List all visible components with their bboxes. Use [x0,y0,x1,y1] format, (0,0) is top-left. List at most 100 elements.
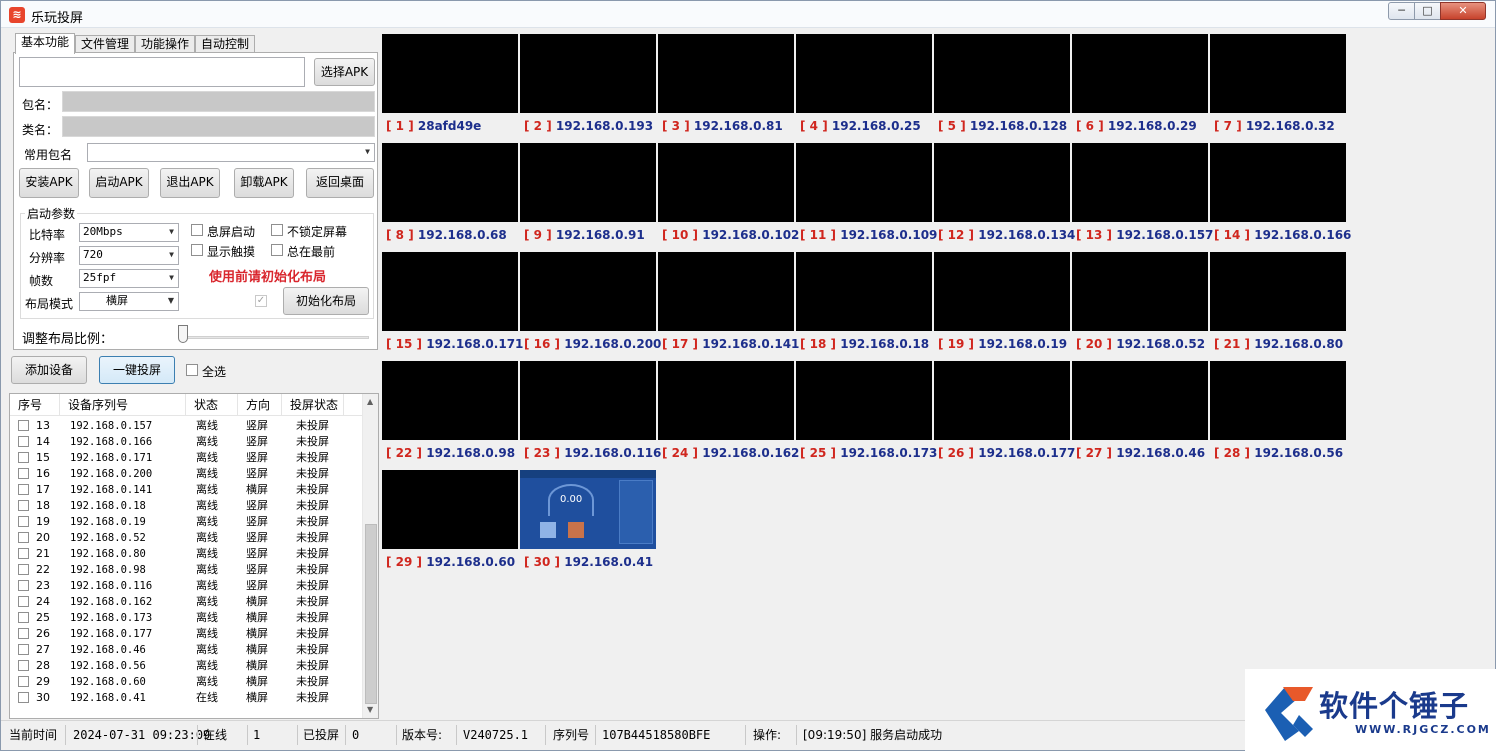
table-row[interactable]: 28 192.168.0.56 离线 横屏 未投屏 [10,658,362,674]
screen-preview[interactable] [520,252,656,331]
exit-apk-button[interactable]: 退出APK [160,168,220,198]
table-row[interactable]: 20 192.168.0.52 离线 竖屏 未投屏 [10,530,362,546]
select-all-checkbox[interactable] [186,364,198,376]
table-row[interactable]: 13 192.168.0.157 离线 竖屏 未投屏 [10,418,362,434]
screen-tile[interactable]: [ 8 ] 192.168.0.68 [382,143,518,252]
screen-preview[interactable] [520,34,656,113]
show-touch-checkbox[interactable] [191,244,203,256]
screen-tile[interactable]: [ 9 ] 192.168.0.91 [520,143,656,252]
table-row[interactable]: 23 192.168.0.116 离线 竖屏 未投屏 [10,578,362,594]
row-checkbox[interactable] [18,420,29,431]
screen-tile[interactable]: [ 18 ] 192.168.0.18 [796,252,932,361]
screen-tile[interactable]: [ 12 ] 192.168.0.134 [934,143,1075,252]
select-apk-button[interactable]: 选择APK [314,58,375,86]
screen-tile[interactable]: [ 17 ] 192.168.0.141 [658,252,799,361]
table-row[interactable]: 18 192.168.0.18 离线 竖屏 未投屏 [10,498,362,514]
uninstall-apk-button[interactable]: 卸载APK [234,168,294,198]
row-checkbox[interactable] [18,628,29,639]
row-checkbox[interactable] [18,468,29,479]
screen-preview[interactable] [934,361,1070,440]
row-checkbox[interactable] [18,612,29,623]
row-checkbox[interactable] [18,564,29,575]
tab-auto-control[interactable]: 自动控制 [195,35,255,53]
screen-preview[interactable] [658,34,794,113]
col-serial[interactable]: 设备序列号 [60,394,186,416]
table-row[interactable]: 16 192.168.0.200 离线 竖屏 未投屏 [10,466,362,482]
table-row[interactable]: 15 192.168.0.171 离线 竖屏 未投屏 [10,450,362,466]
minimize-button[interactable]: ─ [1388,2,1415,20]
tab-files[interactable]: 文件管理 [75,35,135,53]
row-checkbox[interactable] [18,532,29,543]
row-checkbox[interactable] [18,500,29,511]
row-checkbox[interactable] [18,596,29,607]
screen-preview[interactable] [796,143,932,222]
screen-preview[interactable] [382,143,518,222]
launch-apk-button[interactable]: 启动APK [89,168,149,198]
screen-preview[interactable] [796,361,932,440]
screen-tile[interactable]: [ 20 ] 192.168.0.52 [1072,252,1208,361]
screen-tile[interactable]: [ 26 ] 192.168.0.177 [934,361,1075,470]
table-row[interactable]: 22 192.168.0.98 离线 竖屏 未投屏 [10,562,362,578]
row-checkbox[interactable] [18,676,29,687]
table-scrollbar[interactable]: ▲ ▼ [362,394,378,718]
common-package-select[interactable]: ▼ [87,143,375,162]
row-checkbox[interactable] [18,660,29,671]
row-checkbox[interactable] [18,692,29,703]
always-on-top-checkbox[interactable] [271,244,283,256]
screen-tile[interactable]: [ 1 ] 28afd49e [382,34,518,143]
maximize-button[interactable]: □ [1414,2,1441,20]
col-index[interactable]: 序号 [10,394,60,416]
tab-functions[interactable]: 功能操作 [135,35,195,53]
table-row[interactable]: 19 192.168.0.19 离线 竖屏 未投屏 [10,514,362,530]
screen-preview[interactable] [1210,34,1346,113]
bitrate-select[interactable]: 20Mbps ▼ [79,223,179,242]
screen-tile[interactable]: 0.00 [ 30 ] 192.168.0.41 [520,470,656,579]
return-home-button[interactable]: 返回桌面 [306,168,374,198]
resolution-select[interactable]: 720 ▼ [79,246,179,265]
screen-tile[interactable]: [ 16 ] 192.168.0.200 [520,252,661,361]
screen-tile[interactable]: [ 15 ] 192.168.0.171 [382,252,523,361]
screen-preview[interactable] [382,34,518,113]
table-row[interactable]: 21 192.168.0.80 离线 竖屏 未投屏 [10,546,362,562]
screen-tile[interactable]: [ 22 ] 192.168.0.98 [382,361,518,470]
screen-tile[interactable]: [ 27 ] 192.168.0.46 [1072,361,1208,470]
scroll-down-icon[interactable]: ▼ [367,705,373,714]
cast-all-button[interactable]: 一键投屏 [99,356,175,384]
table-row[interactable]: 17 192.168.0.141 离线 横屏 未投屏 [10,482,362,498]
screen-tile[interactable]: [ 28 ] 192.168.0.56 [1210,361,1346,470]
screen-tile[interactable]: [ 6 ] 192.168.0.29 [1072,34,1208,143]
row-checkbox[interactable] [18,644,29,655]
apk-path-input[interactable] [19,57,305,87]
layout-ratio-slider[interactable] [178,325,188,343]
init-checkbox[interactable]: ✓ [255,295,267,307]
row-checkbox[interactable] [18,548,29,559]
install-apk-button[interactable]: 安装APK [19,168,79,198]
fps-select[interactable]: 25fpf ▼ [79,269,179,288]
table-row[interactable]: 29 192.168.0.60 离线 横屏 未投屏 [10,674,362,690]
screen-preview[interactable] [1072,361,1208,440]
row-checkbox[interactable] [18,436,29,447]
row-checkbox[interactable] [18,484,29,495]
screen-tile[interactable]: [ 11 ] 192.168.0.109 [796,143,937,252]
screen-preview[interactable] [796,34,932,113]
screen-tile[interactable]: [ 19 ] 192.168.0.19 [934,252,1070,361]
scrollbar-thumb[interactable] [365,524,377,704]
col-cast-status[interactable]: 投屏状态 [282,394,344,416]
table-row[interactable]: 14 192.168.0.166 离线 竖屏 未投屏 [10,434,362,450]
screen-preview[interactable] [658,361,794,440]
no-lock-checkbox[interactable] [271,224,283,236]
add-device-button[interactable]: 添加设备 [11,356,87,384]
screen-preview[interactable] [382,252,518,331]
row-checkbox[interactable] [18,452,29,463]
screen-tile[interactable]: [ 2 ] 192.168.0.193 [520,34,656,143]
screen-preview[interactable] [658,252,794,331]
col-orientation[interactable]: 方向 [238,394,282,416]
tab-basic[interactable]: 基本功能 [15,33,75,54]
screen-tile[interactable]: [ 25 ] 192.168.0.173 [796,361,937,470]
screen-preview[interactable] [934,34,1070,113]
screen-preview[interactable]: 0.00 [520,470,656,549]
layout-mode-select[interactable]: 横屏 ▼ [79,292,179,311]
screen-preview[interactable] [658,143,794,222]
screen-preview[interactable] [796,252,932,331]
close-button[interactable]: ✕ [1440,2,1486,20]
